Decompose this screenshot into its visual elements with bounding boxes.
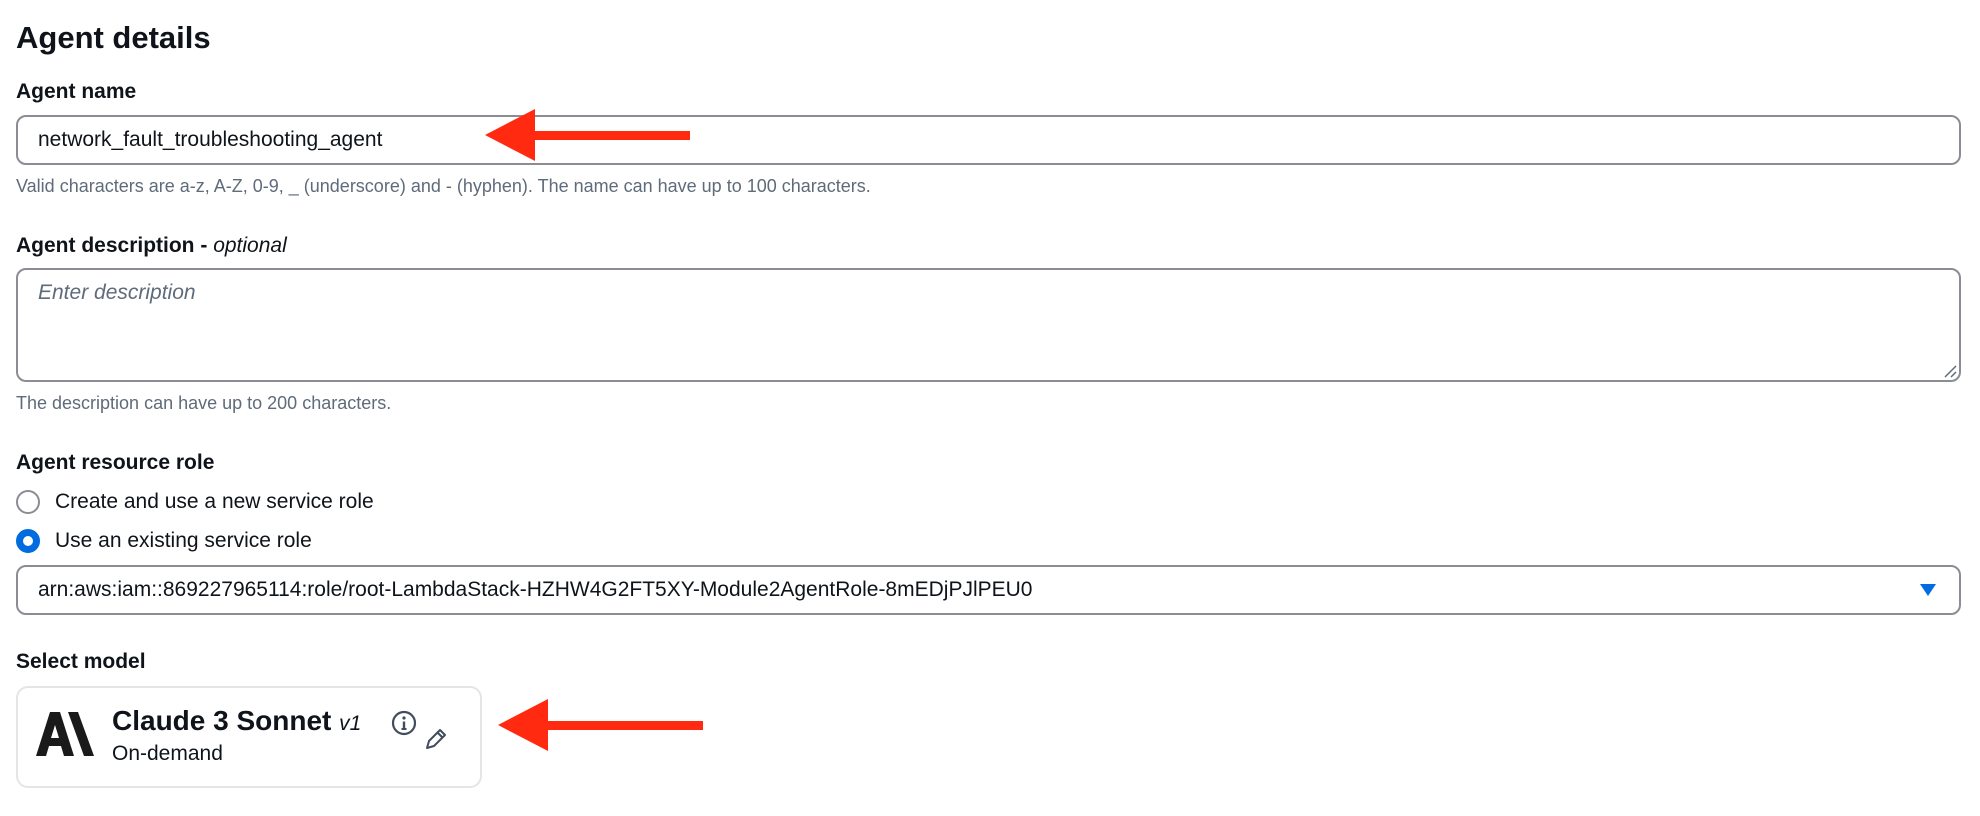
resource-role-label: Agent resource role — [16, 451, 215, 474]
anthropic-logo-icon — [36, 712, 94, 756]
model-card[interactable]: Claude 3 Sonnet v1 On-demand — [16, 686, 482, 788]
agent-name-label: Agent name — [16, 80, 137, 103]
model-name-line: Claude 3 Sonnet v1 — [112, 704, 361, 741]
select-model-label: Select model — [16, 650, 146, 673]
annotation-arrow-model — [498, 699, 703, 751]
service-role-value: arn:aws:iam::869227965114:role/root-Lamb… — [38, 578, 1033, 601]
section-title: Agent details — [16, 20, 211, 55]
radio-button[interactable] — [16, 490, 40, 514]
agent-description-hint: The description can have up to 200 chara… — [16, 393, 392, 413]
radio-option-existing-role[interactable]: Use an existing service role — [16, 527, 516, 555]
radio-option-new-role[interactable]: Create and use a new service role — [16, 488, 516, 516]
radio-option-label: Use an existing service role — [55, 529, 312, 552]
agent-description-textarea[interactable]: Enter description — [16, 268, 1961, 382]
pencil-icon[interactable] — [423, 726, 449, 752]
model-name: Claude 3 Sonnet — [112, 705, 332, 736]
agent-name-input[interactable]: network_fault_troubleshooting_agent — [16, 115, 1961, 165]
model-mode: On-demand — [112, 742, 223, 765]
optional-tag: optional — [213, 234, 287, 257]
agent-name-value: network_fault_troubleshooting_agent — [38, 128, 383, 151]
radio-option-label: Create and use a new service role — [55, 490, 374, 513]
agent-name-hint: Valid characters are a-z, A-Z, 0-9, _ (u… — [16, 176, 871, 196]
resize-handle-icon[interactable] — [1941, 362, 1957, 378]
radio-button-selected[interactable] — [16, 529, 40, 553]
model-version: v1 — [339, 712, 362, 735]
info-icon[interactable] — [391, 710, 417, 736]
annotation-arrow-name — [485, 109, 690, 161]
agent-description-placeholder: Enter description — [38, 281, 196, 304]
agent-description-label: Agent description - optional — [16, 234, 287, 257]
service-role-select[interactable]: arn:aws:iam::869227965114:role/root-Lamb… — [16, 565, 1961, 615]
caret-down-icon — [1920, 584, 1936, 596]
